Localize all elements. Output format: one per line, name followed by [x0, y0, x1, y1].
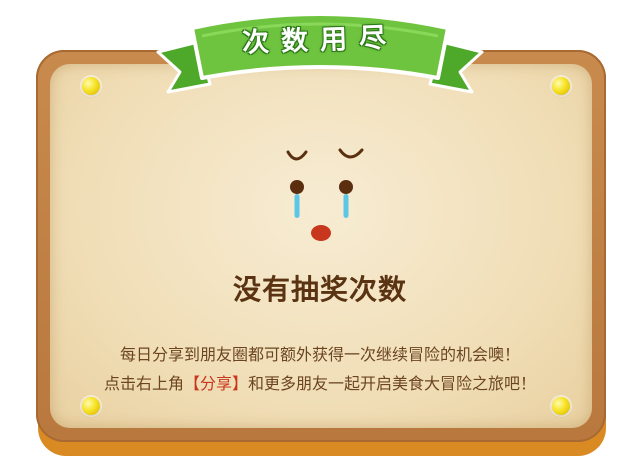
share-hint-suffix: 和更多朋友一起开启美食大冒险之旅吧！ [248, 374, 537, 393]
pin-icon [552, 77, 570, 95]
share-hint-prefix: 点击右上角 [103, 374, 184, 393]
pin-icon [552, 397, 570, 415]
sad-crying-face-icon [286, 148, 364, 241]
share-highlight: 【分享】 [183, 374, 248, 393]
pin-icon [82, 77, 100, 95]
no-draws-dialog: 次数用尽 没有抽奖次数 每日分享到朋友圈都可额外获得一次继续冒险的机会噢！ 点击… [0, 0, 640, 466]
share-hint-line2: 点击右上角【分享】和更多朋友一起开启美食大冒险之旅吧！ [50, 370, 590, 394]
no-draws-title: 没有抽奖次数 [232, 273, 407, 306]
banner-title: 次数用尽 [241, 22, 399, 59]
pin-icon [82, 397, 100, 415]
share-hint-line1: 每日分享到朋友圈都可额外获得一次继续冒险的机会噢！ [119, 345, 520, 364]
